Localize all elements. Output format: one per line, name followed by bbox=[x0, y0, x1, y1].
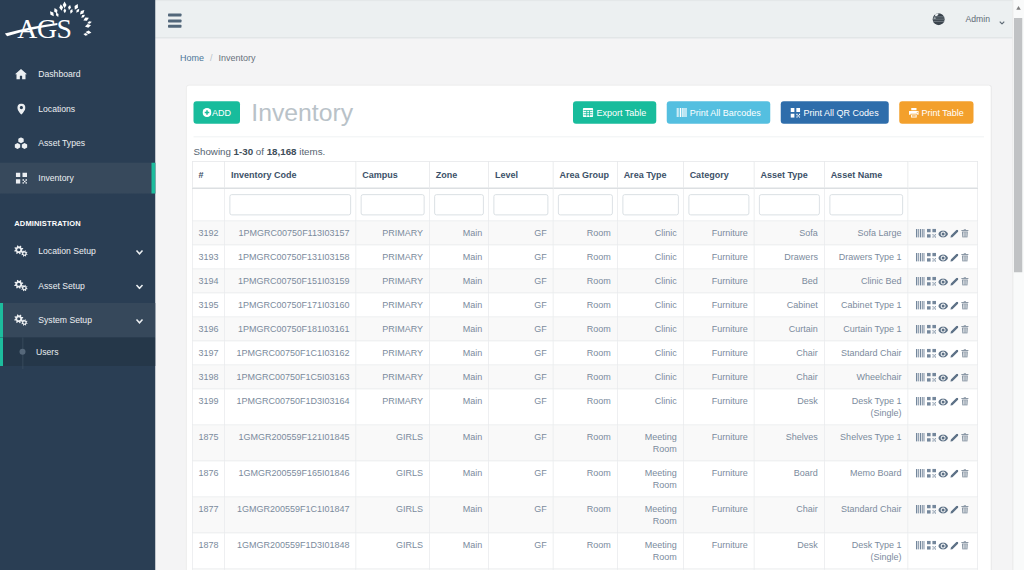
svg-text:AGS: AGS bbox=[17, 13, 71, 44]
